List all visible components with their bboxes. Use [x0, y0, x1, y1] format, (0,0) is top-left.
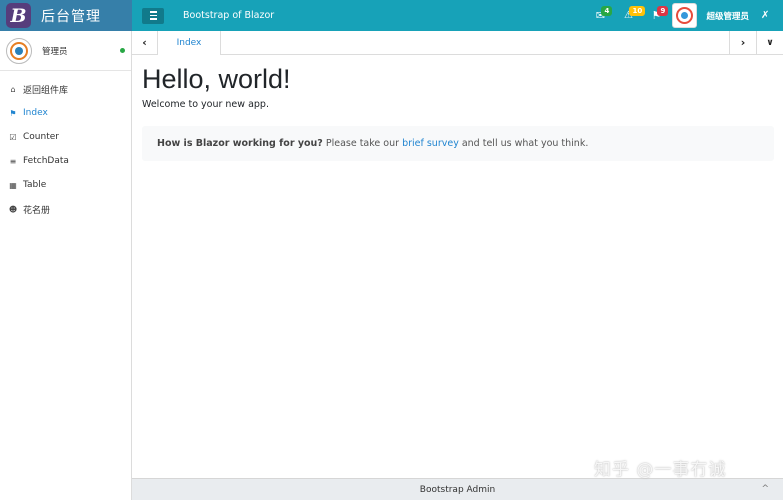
sidebar-item-counter[interactable]: ☑ Counter — [0, 125, 131, 149]
tasks-button[interactable]: ⚑ 9 — [642, 0, 670, 31]
online-status-dot — [120, 48, 125, 53]
survey-text-before: Please take our — [325, 138, 400, 149]
user-name: 超级管理员 — [706, 11, 749, 22]
hamburger-line — [149, 11, 157, 13]
sidebar-item-index[interactable]: ⚑ Index — [0, 101, 131, 125]
sidebar-username: 管理员 — [42, 46, 68, 57]
tab-index[interactable]: Index — [158, 31, 221, 55]
main-content: Hello, world! Welcome to your new app. H… — [132, 55, 783, 477]
sidebar-item-label: Index — [23, 108, 48, 118]
flag-icon: ⚑ — [9, 108, 17, 118]
brand-logo: B — [6, 3, 31, 28]
notifications-button[interactable]: ⚠ 10 — [614, 0, 646, 31]
chevron-right-icon: › — [740, 36, 746, 49]
navbar-right: ✉ 4 ⚠ 10 ⚑ 9 超级管理员 ✗ — [586, 0, 783, 31]
page-title: Hello, world! — [142, 64, 291, 94]
database-icon: ≡ — [9, 156, 17, 166]
chevron-left-icon: ‹ — [142, 36, 147, 49]
hamburger-line — [149, 14, 157, 17]
sidebar-item-roster[interactable]: ☻ 花名册 — [0, 197, 131, 221]
check-square-icon: ☑ — [9, 132, 17, 142]
messages-badge: 4 — [601, 6, 613, 16]
survey-text-after: and tell us what you think. — [461, 138, 589, 149]
back-to-top-icon[interactable]: ^ — [761, 484, 769, 494]
tasks-badge: 9 — [657, 6, 669, 16]
footer: Bootstrap Admin ^ — [132, 478, 783, 500]
table-icon: ▦ — [9, 180, 17, 190]
sidebar-item-label: 花名册 — [23, 205, 51, 216]
tab-bar: ‹ Index › ∨ — [132, 31, 783, 55]
home-icon: ⌂ — [10, 84, 16, 94]
sidebar-menu: ⌂ 返回组件库 ⚑ Index ☑ Counter ≡ FetchData ▦ … — [0, 77, 131, 221]
top-navbar: Bootstrap of Blazor ✉ 4 ⚠ 10 ⚑ 9 超级管理员 ✗ — [132, 0, 783, 31]
sidebar: 管理员 ⌂ 返回组件库 ⚑ Index ☑ Counter ≡ FetchDat… — [0, 31, 132, 500]
sidebar-user[interactable]: 管理员 — [0, 31, 131, 71]
navbar-title: Bootstrap of Blazor — [183, 10, 275, 21]
survey-link[interactable]: brief survey — [402, 138, 459, 149]
tab-scroll-left-button[interactable]: ‹ — [132, 31, 158, 54]
sidebar-item-label: 返回组件库 — [23, 85, 69, 96]
tab-label: Index — [176, 38, 202, 48]
sidebar-item-label: Table — [23, 180, 47, 190]
sidebar-item-components[interactable]: ⌂ 返回组件库 — [0, 77, 131, 101]
user-menu[interactable]: 超级管理员 — [672, 3, 761, 28]
share-icon[interactable]: ✗ — [761, 10, 777, 21]
tab-scroll-right-button[interactable]: › — [729, 31, 756, 54]
sidebar-item-label: Counter — [23, 132, 59, 142]
sidebar-toggle-button[interactable] — [142, 7, 164, 24]
messages-button[interactable]: ✉ 4 — [586, 0, 614, 31]
sidebar-item-table[interactable]: ▦ Table — [0, 173, 131, 197]
hamburger-line — [149, 18, 157, 20]
brand[interactable]: B 后台管理 — [0, 0, 132, 31]
chevron-down-icon: ∨ — [766, 37, 774, 48]
welcome-text: Welcome to your new app. — [142, 99, 269, 110]
watermark: 知乎 @一事冇诚 — [594, 460, 727, 480]
sidebar-item-fetchdata[interactable]: ≡ FetchData — [0, 149, 131, 173]
sidebar-item-label: FetchData — [23, 156, 69, 166]
users-icon: ☻ — [8, 204, 18, 214]
survey-alert: How is Blazor working for you? Please ta… — [142, 126, 774, 161]
tab-dropdown-button[interactable]: ∨ — [756, 31, 783, 54]
avatar — [672, 3, 698, 28]
footer-text: Bootstrap Admin — [419, 484, 496, 495]
survey-question: How is Blazor working for you? — [157, 138, 323, 149]
sidebar-avatar — [6, 37, 32, 64]
brand-title: 后台管理 — [41, 8, 101, 25]
